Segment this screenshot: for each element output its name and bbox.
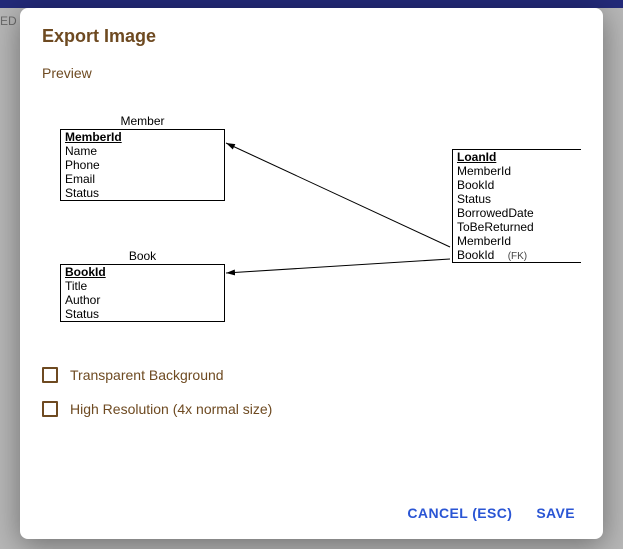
entity-book-title: Book — [61, 249, 224, 263]
entity-member-field: Phone — [61, 158, 224, 172]
entity-book: Book BookId Title Author Status — [60, 264, 225, 322]
entity-loan-field: Status — [453, 192, 581, 206]
option-high-resolution[interactable]: High Resolution (4x normal size) — [42, 401, 581, 417]
entity-book-field: Author — [61, 293, 224, 307]
entity-member-field: Email — [61, 172, 224, 186]
option-transparent-background[interactable]: Transparent Background — [42, 367, 581, 383]
entity-loan-title: Loan — [453, 134, 581, 148]
background-cutoff-text: ED — [0, 14, 17, 28]
export-image-dialog: Export Image Preview Member MemberId — [20, 8, 603, 539]
cancel-button[interactable]: CANCEL (ESC) — [407, 505, 512, 521]
entity-member: Member MemberId Name Phone Email Status — [60, 129, 225, 201]
entity-member-title: Member — [61, 114, 224, 128]
option-label: Transparent Background — [70, 367, 224, 383]
dialog-title: Export Image — [42, 26, 581, 47]
preview-label: Preview — [42, 65, 581, 81]
entity-member-field: Name — [61, 144, 224, 158]
entity-loan-field: ToBeReturned — [453, 220, 581, 234]
entity-loan-field: LoanId — [453, 150, 581, 164]
entity-loan-field: BookId (FK) — [453, 248, 581, 264]
entity-loan-field: BorrowedDate — [453, 206, 581, 220]
entity-book-field: BookId — [61, 265, 224, 279]
option-label: High Resolution (4x normal size) — [70, 401, 272, 417]
entity-member-field: MemberId — [61, 130, 224, 144]
entity-book-field: Title — [61, 279, 224, 293]
entity-member-field: Status — [61, 186, 224, 200]
fk-marker: (FK) — [508, 251, 527, 262]
app-topbar — [0, 0, 623, 8]
checkbox-icon — [42, 367, 58, 383]
erd-canvas: Member MemberId Name Phone Email Status … — [42, 89, 581, 349]
entity-loan: Loan LoanId MemberId BookId Status Borro… — [452, 149, 581, 263]
preview-pane: Member MemberId Name Phone Email Status … — [42, 89, 581, 349]
preview-scroll-area[interactable]: Member MemberId Name Phone Email Status … — [42, 89, 581, 349]
entity-loan-field: MemberId — [453, 234, 581, 248]
checkbox-icon — [42, 401, 58, 417]
dialog-actions: CANCEL (ESC) SAVE — [42, 495, 581, 525]
save-button[interactable]: SAVE — [536, 505, 575, 521]
entity-loan-field: MemberId — [453, 164, 581, 178]
entity-book-field: Status — [61, 307, 224, 321]
entity-loan-field: BookId — [453, 178, 581, 192]
